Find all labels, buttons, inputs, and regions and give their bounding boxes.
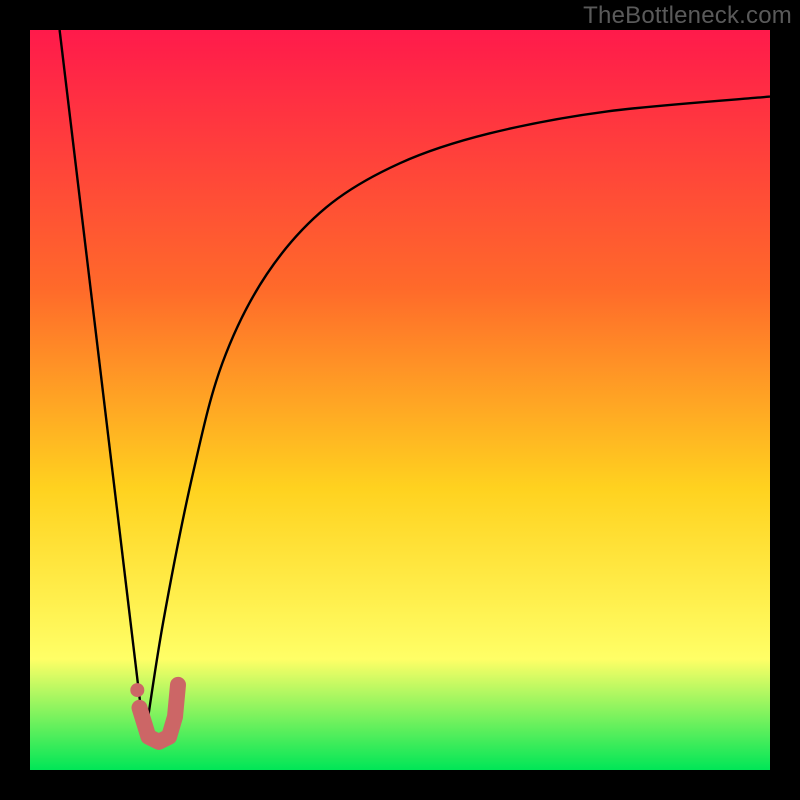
gradient-background [30, 30, 770, 770]
plot-area [30, 30, 770, 770]
chart-frame: TheBottleneck.com [0, 0, 800, 800]
watermark-text: TheBottleneck.com [583, 2, 792, 30]
chart-svg [30, 30, 770, 770]
j-marker-dot [130, 683, 144, 697]
